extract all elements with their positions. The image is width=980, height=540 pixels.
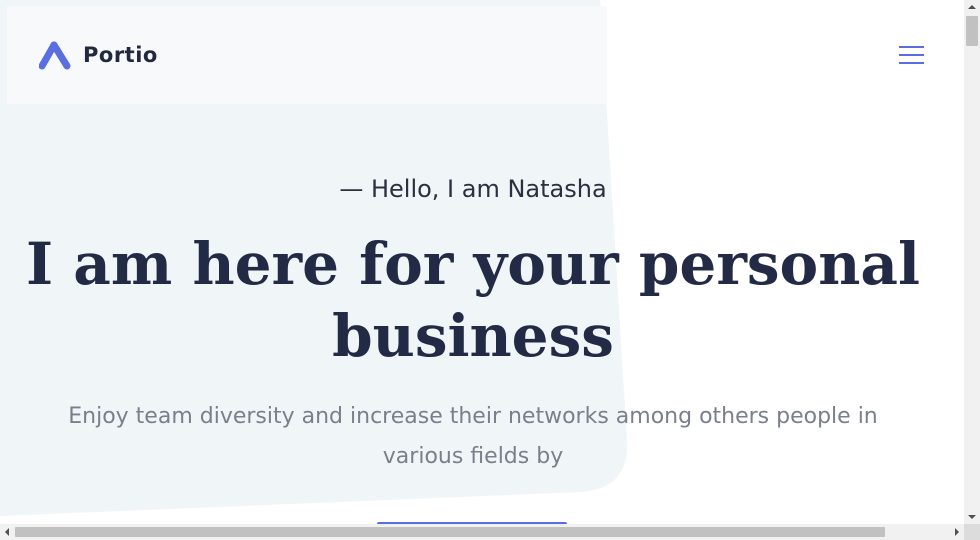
horizontal-scrollbar-thumb[interactable] [15, 527, 885, 537]
scroll-up-arrow-icon[interactable] [964, 0, 980, 14]
hero-headline-line-2: business [332, 302, 614, 370]
hero-description-line-1: Enjoy team diversity and increase their … [68, 404, 878, 429]
portio-logo-icon [39, 41, 71, 70]
horizontal-scrollbar[interactable] [0, 524, 964, 540]
logo[interactable]: Portio [39, 39, 158, 71]
menu-line [899, 62, 924, 64]
scroll-right-arrow-icon[interactable] [950, 524, 964, 540]
scroll-left-arrow-icon[interactable] [0, 524, 14, 540]
vertical-scrollbar[interactable] [964, 0, 980, 524]
hero-greeting: — Hello, I am Natasha [339, 175, 607, 203]
hero-description-line-2: various fields by [382, 444, 564, 469]
hero-headline-line-1: I am here for your personal [25, 230, 920, 298]
page-viewport: Portio — Hello, I am Natasha I am here f… [0, 0, 964, 524]
menu-line [899, 54, 924, 56]
vertical-scrollbar-thumb[interactable] [966, 16, 978, 46]
hero-headline: I am here for your personal business [0, 228, 946, 372]
hero-description: Enjoy team diversity and increase their … [40, 397, 906, 477]
scrollbar-corner [964, 524, 980, 540]
menu-line [899, 46, 924, 48]
hamburger-menu-icon[interactable] [896, 42, 926, 68]
logo-text: Portio [83, 43, 158, 67]
scroll-down-arrow-icon[interactable] [964, 510, 980, 524]
